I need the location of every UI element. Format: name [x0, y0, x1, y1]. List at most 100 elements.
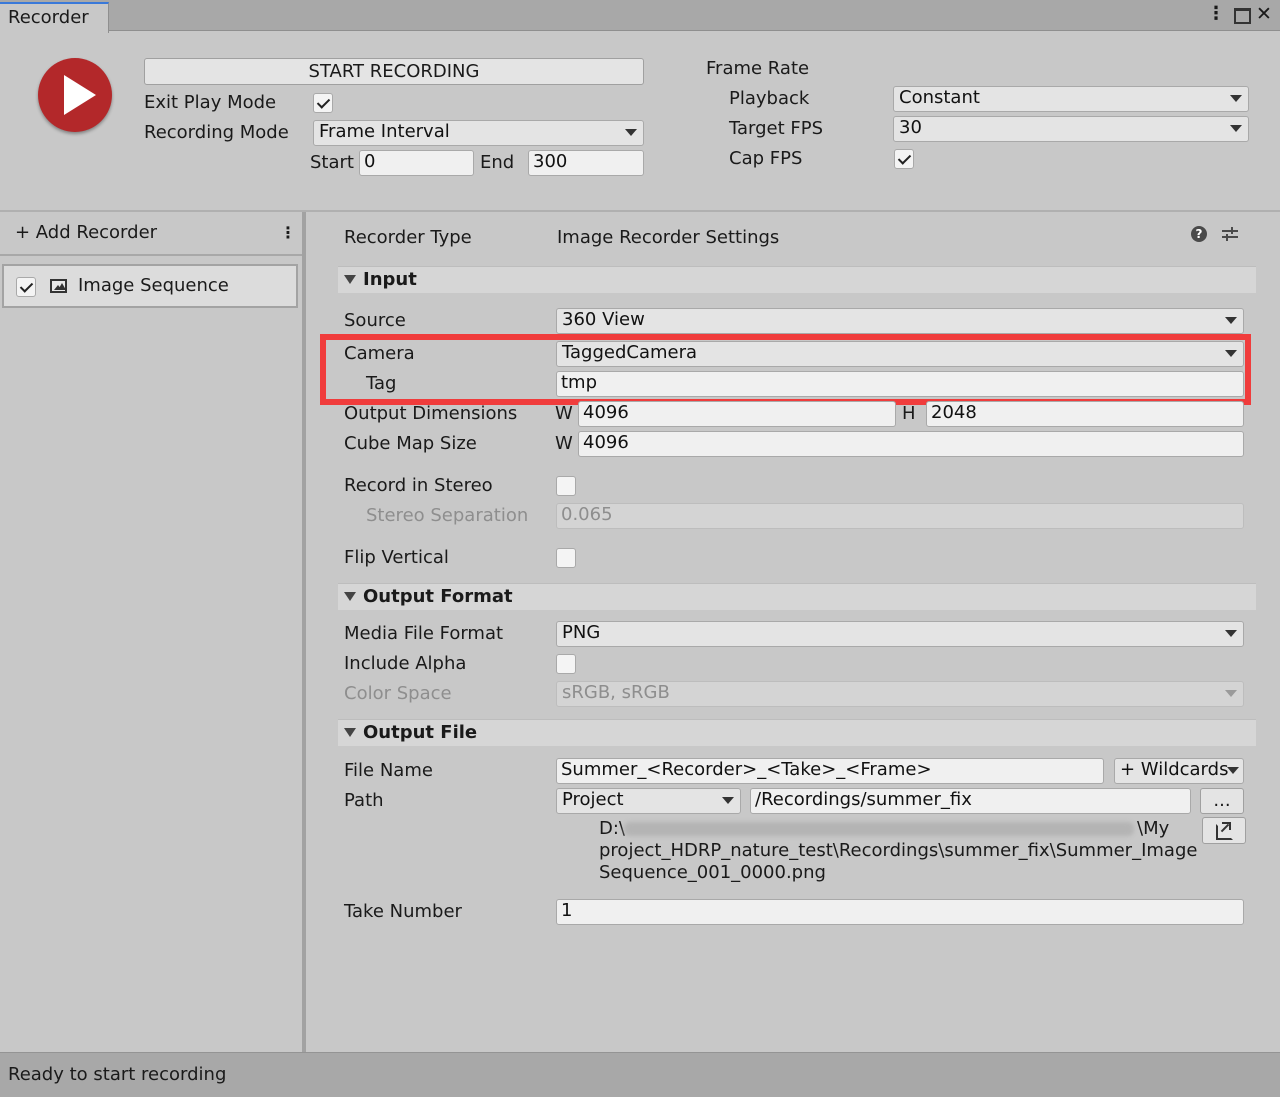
width-field[interactable]: 4096: [578, 401, 896, 427]
exit-play-mode-label: Exit Play Mode: [144, 92, 277, 113]
recorder-item-image-sequence[interactable]: Image Sequence: [2, 264, 298, 308]
target-fps-dropdown[interactable]: 30: [893, 116, 1249, 142]
path-root-value: Project: [562, 789, 624, 810]
maximize-icon[interactable]: [1234, 8, 1251, 24]
color-space-label: Color Space: [344, 683, 452, 704]
file-name-label: File Name: [344, 760, 433, 781]
color-space-value: sRGB, sRGB: [562, 682, 670, 703]
take-number-field[interactable]: 1: [556, 899, 1244, 925]
input-section-header[interactable]: Input: [338, 266, 1256, 293]
input-section-title: Input: [363, 269, 417, 290]
record-in-stereo-label: Record in Stereo: [344, 475, 493, 496]
resolved-path-line3: Sequence_001_0000.png: [599, 862, 826, 883]
highlight-box: [320, 334, 1251, 405]
wildcards-button[interactable]: + Wildcards: [1114, 758, 1244, 784]
cap-fps-label: Cap FPS: [729, 148, 803, 169]
cube-width-label: W: [555, 433, 573, 454]
help-icon[interactable]: ?: [1191, 226, 1207, 242]
chevron-down-icon: [1230, 125, 1242, 132]
take-number-label: Take Number: [344, 901, 462, 922]
wildcards-label: + Wildcards: [1120, 759, 1229, 780]
height-label: H: [902, 403, 916, 424]
browse-label: ...: [1213, 790, 1231, 811]
end-frame-value: 300: [533, 151, 568, 172]
exit-play-mode-checkbox[interactable]: [313, 93, 333, 113]
play-icon: [64, 75, 96, 115]
cube-map-size-value: 4096: [583, 432, 629, 453]
playback-dropdown[interactable]: Constant: [893, 86, 1249, 112]
output-file-section-header[interactable]: Output File: [338, 719, 1256, 746]
add-recorder-row: + Add Recorder ⋮: [0, 212, 302, 256]
cube-map-size-label: Cube Map Size: [344, 433, 477, 454]
end-frame-label: End: [480, 152, 515, 173]
tab-recorder-label: Recorder: [8, 7, 89, 28]
cube-map-size-field[interactable]: 4096: [578, 431, 1244, 457]
cap-fps-checkbox[interactable]: [894, 149, 914, 169]
width-label: W: [555, 403, 573, 424]
status-bar: Ready to start recording: [0, 1052, 1280, 1097]
frame-rate-label: Frame Rate: [706, 58, 810, 79]
output-file-section-title: Output File: [363, 722, 478, 743]
recorder-item-label: Image Sequence: [78, 275, 229, 296]
record-button[interactable]: [38, 58, 112, 132]
source-dropdown[interactable]: 360 View: [556, 308, 1244, 334]
media-file-format-dropdown[interactable]: PNG: [556, 621, 1244, 647]
recorder-type-label: Recorder Type: [344, 227, 472, 248]
start-frame-field[interactable]: 0: [359, 150, 474, 176]
path-field[interactable]: /Recordings/summer_fix: [750, 788, 1191, 814]
file-name-value: Summer_<Recorder>_<Take>_<Frame>: [561, 759, 932, 780]
path-root-dropdown[interactable]: Project: [556, 788, 741, 814]
add-recorder-button[interactable]: + Add Recorder: [15, 222, 157, 244]
height-field[interactable]: 2048: [926, 401, 1244, 427]
recording-mode-value: Frame Interval: [319, 121, 450, 142]
recorder-type-value: Image Recorder Settings: [557, 227, 780, 248]
playback-value: Constant: [899, 87, 980, 108]
end-frame-field[interactable]: 300: [528, 150, 644, 176]
open-folder-button[interactable]: [1202, 817, 1246, 844]
resolved-path-start: D:\: [599, 818, 625, 839]
browse-button[interactable]: ...: [1200, 788, 1244, 814]
close-icon[interactable]: ✕: [1256, 3, 1272, 25]
media-file-format-label: Media File Format: [344, 623, 504, 644]
title-bar: Recorder ⋮ ✕: [0, 0, 1280, 33]
output-format-section-header[interactable]: Output Format: [338, 583, 1256, 610]
start-recording-button[interactable]: START RECORDING: [144, 58, 644, 85]
stereo-separation-field: 0.065: [556, 503, 1244, 529]
recording-mode-dropdown[interactable]: Frame Interval: [313, 120, 644, 146]
more-icon[interactable]: ⋮: [1207, 3, 1225, 25]
take-number-value: 1: [561, 900, 573, 921]
redacted-path-segment: [624, 822, 1134, 836]
presets-icon[interactable]: [1222, 226, 1238, 242]
start-frame-label: Start: [310, 152, 354, 173]
recorder-enabled-checkbox[interactable]: [16, 277, 36, 297]
color-space-dropdown: sRGB, sRGB: [556, 681, 1244, 707]
target-fps-value: 30: [899, 117, 922, 138]
include-alpha-checkbox[interactable]: [556, 654, 576, 674]
file-name-field[interactable]: Summer_<Recorder>_<Take>_<Frame>: [556, 758, 1104, 784]
recording-mode-label: Recording Mode: [144, 122, 289, 143]
status-message: Ready to start recording: [8, 1064, 227, 1085]
target-fps-label: Target FPS: [729, 118, 824, 139]
flip-vertical-checkbox[interactable]: [556, 548, 576, 568]
record-in-stereo-checkbox[interactable]: [556, 476, 576, 496]
image-icon: [50, 279, 67, 293]
media-file-format-value: PNG: [562, 622, 601, 643]
tab-recorder[interactable]: Recorder: [0, 2, 109, 33]
path-label: Path: [344, 790, 384, 811]
start-frame-value: 0: [364, 151, 376, 172]
foldout-arrow-icon: [344, 275, 356, 284]
resolved-path-end: \My: [1137, 818, 1170, 839]
include-alpha-label: Include Alpha: [344, 653, 467, 674]
recorder-list-panel: + Add Recorder ⋮ Image Sequence: [0, 212, 306, 1052]
start-recording-label: START RECORDING: [308, 61, 480, 82]
foldout-arrow-icon: [344, 728, 356, 737]
height-value: 2048: [931, 402, 977, 423]
chevron-down-icon: [1227, 767, 1239, 774]
chevron-down-icon: [625, 129, 637, 136]
playback-label: Playback: [729, 88, 810, 109]
more-icon[interactable]: ⋮: [280, 222, 296, 244]
chevron-down-icon: [1225, 690, 1237, 697]
chevron-down-icon: [1225, 317, 1237, 324]
stereo-separation-label: Stereo Separation: [366, 505, 529, 526]
foldout-arrow-icon: [344, 592, 356, 601]
